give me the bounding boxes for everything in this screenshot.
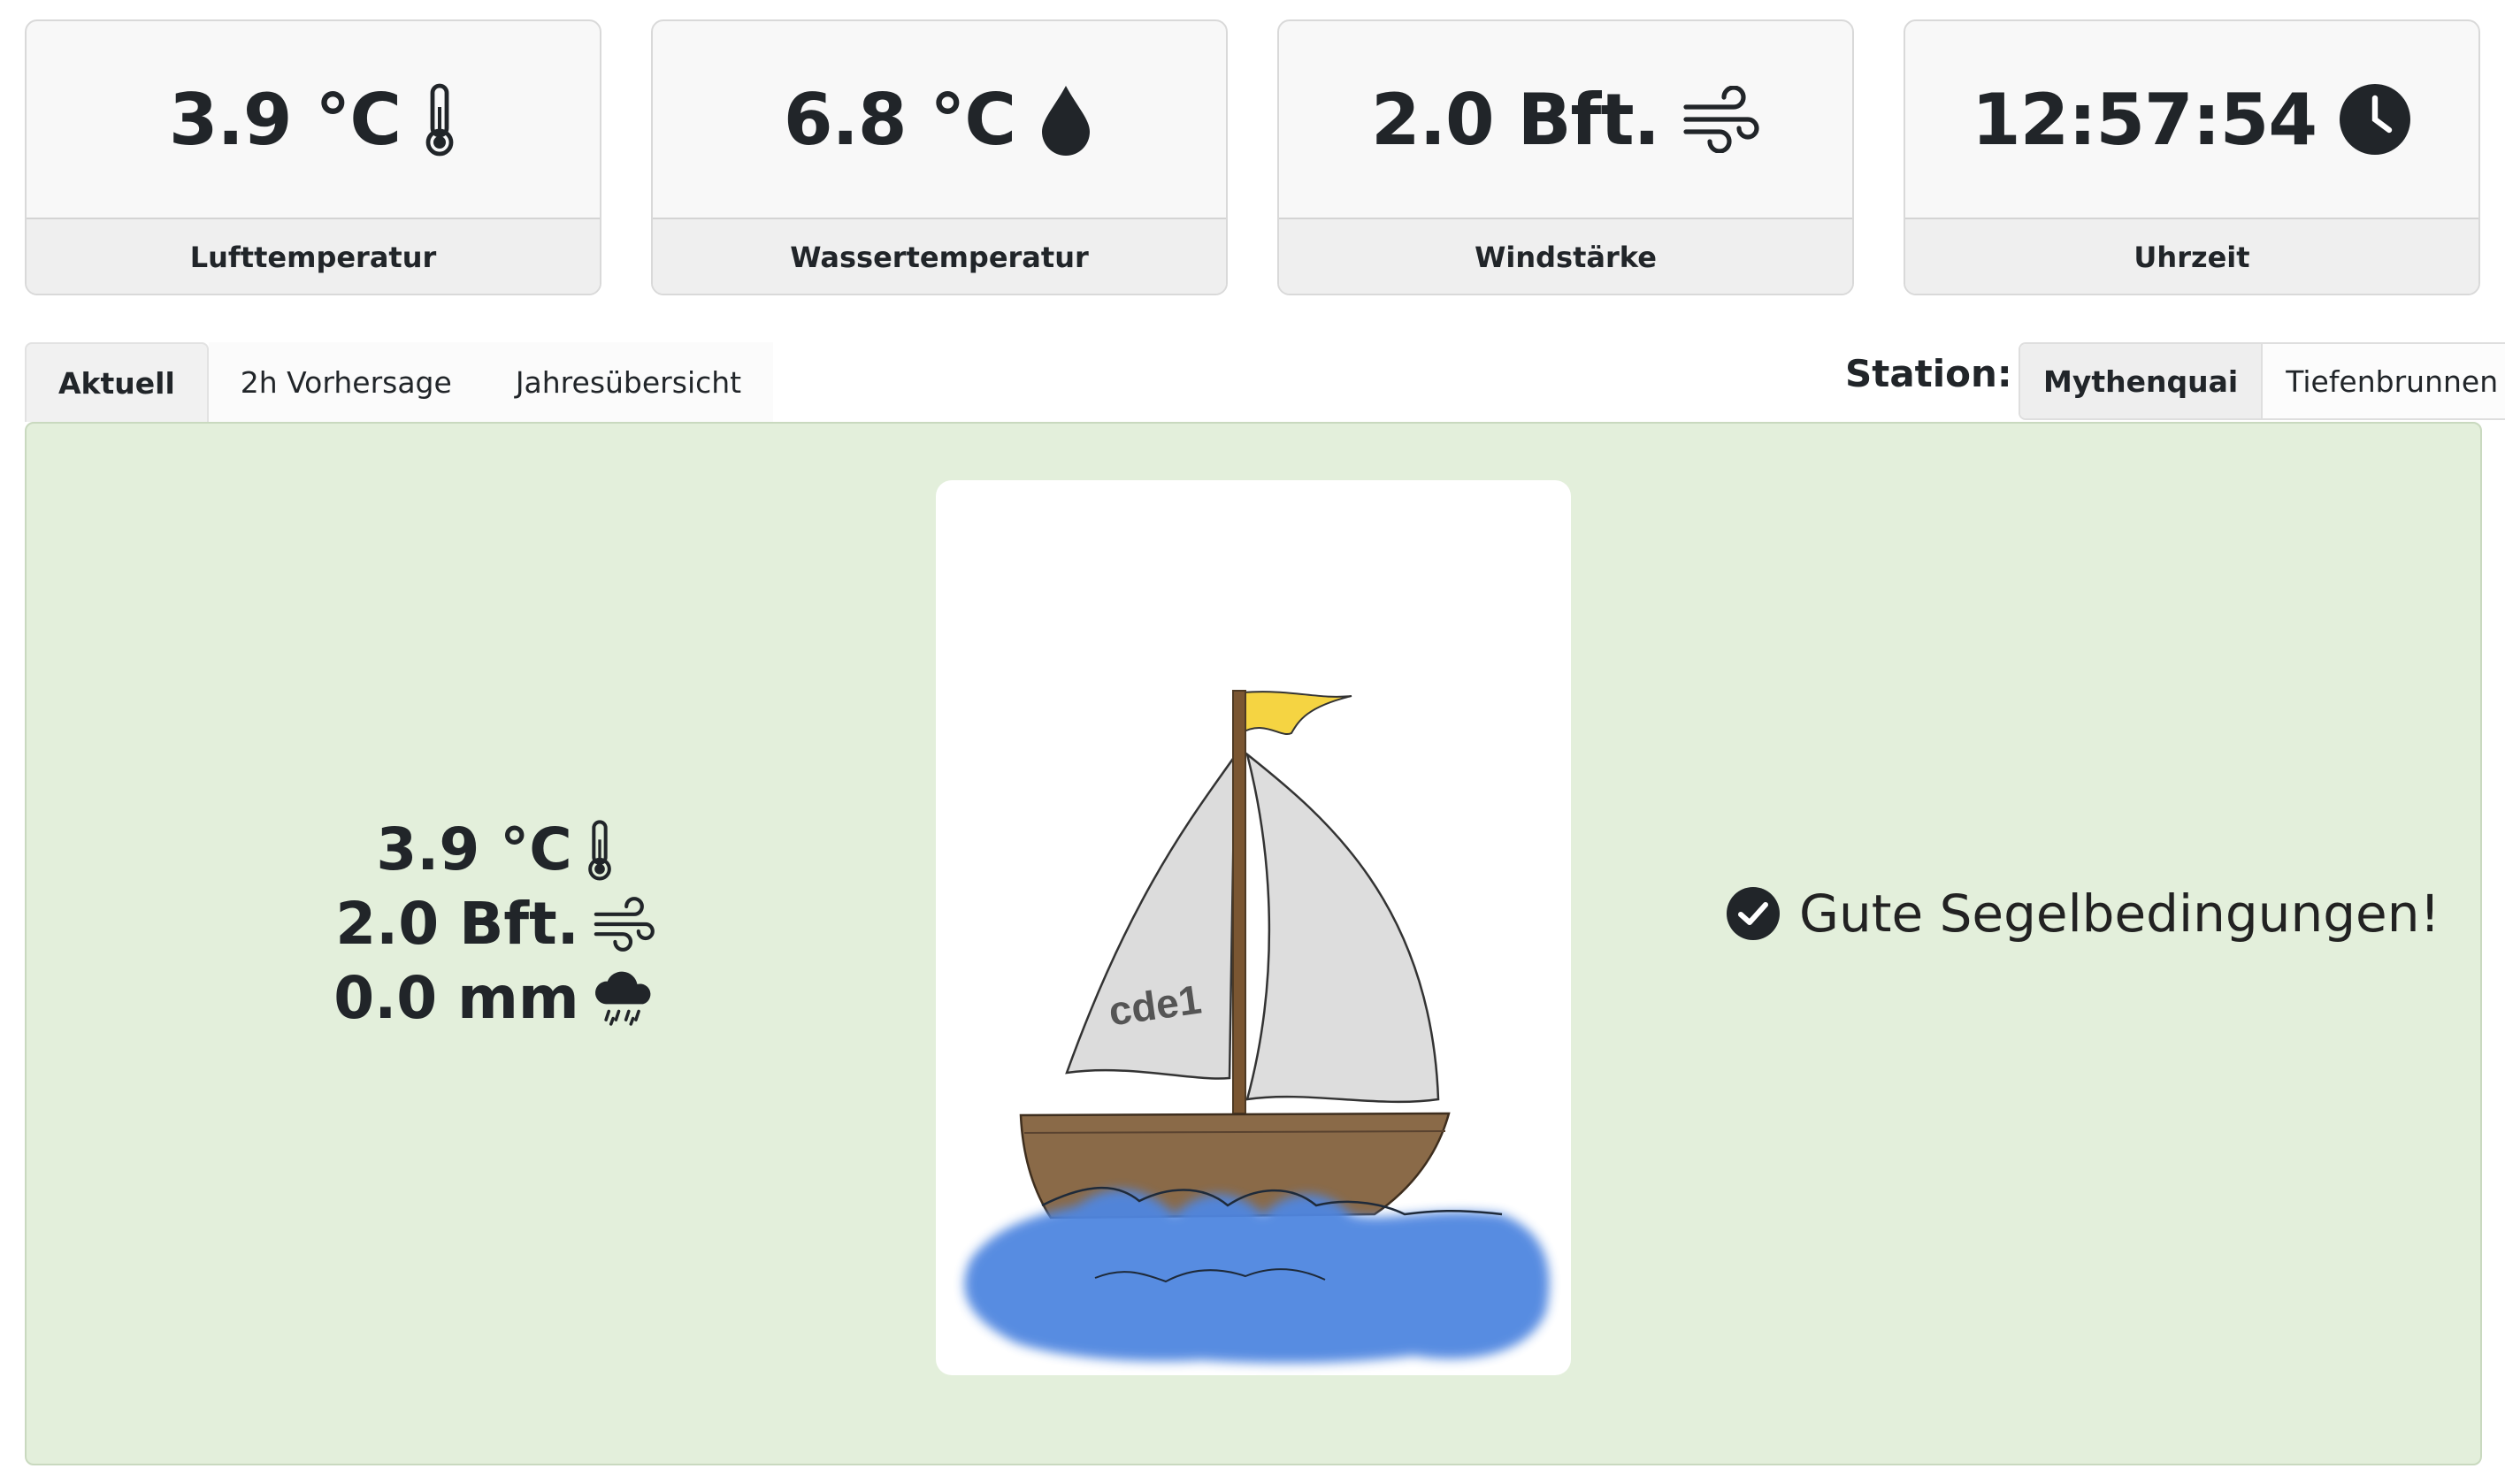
station-label: Station: <box>1845 352 2012 395</box>
current-precipitation-value: 0.0 mm <box>333 964 579 1032</box>
current-conditions-panel: 3.9 °C 2.0 Bft. 0.0 mm cde1 Gute Segelbe… <box>25 422 2482 1465</box>
wind-icon <box>1683 86 1759 153</box>
flag <box>1239 691 1352 736</box>
wind-card: 2.0 Bft. Windstärke <box>1277 19 1854 295</box>
thermometer-icon <box>425 83 454 157</box>
mast <box>1232 690 1246 1114</box>
sailboat-illustration: cde1 <box>936 480 1571 1375</box>
tab-2h-vorhersage[interactable]: 2h Vorhersage <box>208 342 484 422</box>
water-temperature-value: 6.8 °C <box>783 78 1016 161</box>
time-card: 12:57:54 Uhrzeit <box>1904 19 2480 295</box>
sailing-status: Gute Segelbedingungen! <box>1725 884 2440 944</box>
water-temperature-card: 6.8 °C Wassertemperatur <box>651 19 1228 295</box>
air-temperature-card: 3.9 °C Lufttemperatur <box>25 19 601 295</box>
view-tabs: Aktuell 2h Vorhersage Jahresübersicht <box>25 342 774 422</box>
droplet-icon <box>1042 86 1091 156</box>
sailing-status-text: Gute Segelbedingungen! <box>1799 884 2440 944</box>
wind-value: 2.0 Bft. <box>1371 78 1660 161</box>
air-temperature-label: Lufttemperatur <box>27 218 600 294</box>
tab-aktuell[interactable]: Aktuell <box>25 342 209 422</box>
current-wind-value: 2.0 Bft. <box>335 890 579 958</box>
current-precipitation: 0.0 mm <box>333 961 656 1036</box>
time-value: 12:57:54 <box>1972 78 2317 161</box>
wind-label: Windstärke <box>1279 218 1852 294</box>
current-wind: 2.0 Bft. <box>335 887 655 961</box>
thermometer-icon <box>587 820 611 881</box>
left-sail <box>1065 752 1237 1080</box>
station-mythenquai-button[interactable]: Mythenquai <box>2020 344 2264 418</box>
station-selector: Mythenquai Tiefenbrunnen <box>2019 342 2505 420</box>
current-stats: 3.9 °C 2.0 Bft. 0.0 mm <box>310 813 681 1036</box>
tab-jahresuebersicht[interactable]: Jahresübersicht <box>483 342 774 422</box>
air-temperature-value: 3.9 °C <box>168 78 402 161</box>
check-circle-icon <box>1727 887 1780 940</box>
cloud-rain-icon <box>594 971 651 1026</box>
clock-icon <box>2339 84 2410 155</box>
time-label: Uhrzeit <box>1905 218 2478 294</box>
right-sail <box>1245 751 1440 1104</box>
station-tiefenbrunnen-button[interactable]: Tiefenbrunnen <box>2263 344 2505 418</box>
sailboat-drawing: cde1 <box>964 690 1550 1364</box>
water <box>964 1189 1550 1364</box>
current-temperature: 3.9 °C <box>376 813 614 887</box>
water-temperature-label: Wassertemperatur <box>653 218 1226 294</box>
wind-icon <box>594 897 655 952</box>
current-temperature-value: 3.9 °C <box>376 815 572 884</box>
